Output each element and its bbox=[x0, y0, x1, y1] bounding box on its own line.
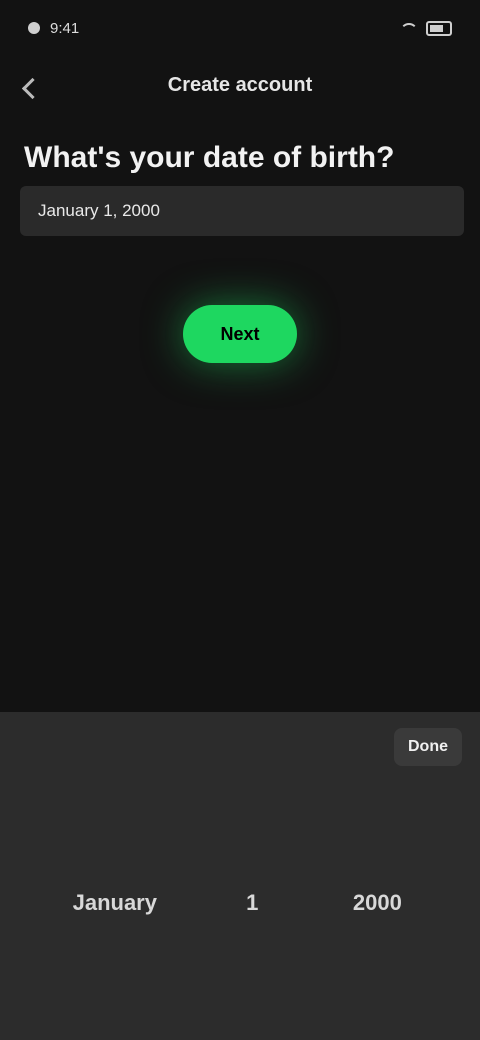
picker-year[interactable]: 2000 bbox=[347, 890, 407, 916]
signal-icon bbox=[28, 22, 40, 34]
date-picker-toolbar: Done bbox=[0, 712, 480, 782]
top-navigation: Create account bbox=[0, 60, 480, 116]
page-title: Create account bbox=[167, 74, 313, 96]
battery-icon bbox=[426, 20, 452, 36]
picker-month[interactable]: January bbox=[73, 890, 157, 916]
status-bar: 9:41 bbox=[0, 0, 480, 56]
picker-row-selected: January 1 2000 bbox=[0, 890, 480, 916]
dob-field[interactable] bbox=[20, 186, 464, 236]
next-button[interactable]: Next bbox=[183, 305, 297, 363]
wifi-icon bbox=[400, 23, 418, 33]
status-time: 9:41 bbox=[50, 19, 80, 37]
status-right bbox=[400, 20, 452, 36]
status-left: 9:41 bbox=[28, 20, 79, 37]
date-picker[interactable]: Done January 1 2000 bbox=[0, 712, 480, 1040]
dob-input[interactable] bbox=[36, 200, 448, 222]
picker-day[interactable]: 1 bbox=[222, 890, 282, 916]
done-button[interactable]: Done bbox=[394, 728, 462, 766]
dob-heading: What's your date of birth? bbox=[24, 141, 395, 174]
